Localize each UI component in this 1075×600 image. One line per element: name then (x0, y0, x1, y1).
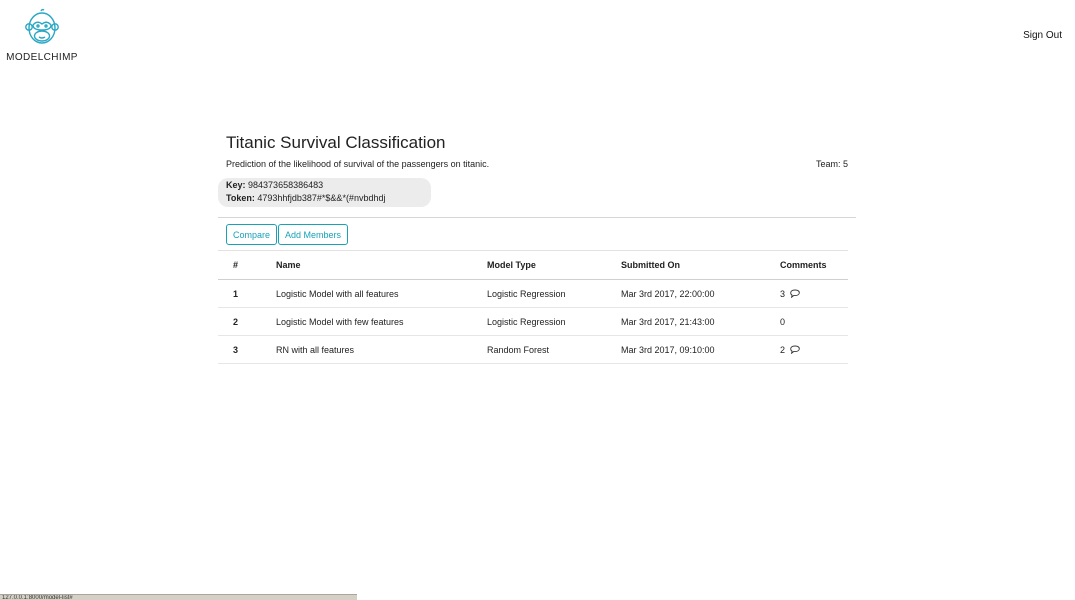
row-submitted-on: Mar 3rd 2017, 09:10:00 (621, 335, 780, 364)
comment-count: 2 (780, 344, 786, 355)
token-label: Token: (226, 193, 255, 203)
key-value: 984373658386483 (248, 180, 324, 190)
table-row[interactable]: 3 RN with all features Random Forest Mar… (218, 335, 848, 364)
credentials-box: Key: 984373658386483 Token: 4793hhfjdb38… (218, 178, 431, 207)
key-line: Key: 984373658386483 (226, 179, 423, 192)
column-header-name[interactable]: Name (276, 250, 487, 280)
row-model-type: Logistic Regression (487, 279, 621, 308)
main-content: Titanic Survival Classification Predicti… (218, 128, 856, 364)
row-number: 2 (218, 307, 276, 336)
model-table: # Name Model Type Submitted On Comments … (218, 250, 848, 364)
project-description: Prediction of the likelihood of survival… (226, 159, 490, 169)
row-submitted-on: Mar 3rd 2017, 22:00:00 (621, 279, 780, 308)
compare-button[interactable]: Compare (226, 224, 278, 245)
chimp-logo-icon (25, 8, 59, 44)
action-buttons: Compare Add Members (226, 224, 856, 245)
comments-cell[interactable]: 3 (780, 289, 848, 299)
token-value: 4793hhfjdb387#*$&&*(#nvbdhdj (257, 193, 386, 203)
row-model-name[interactable]: Logistic Model with few features (276, 307, 487, 336)
table-row[interactable]: 2 Logistic Model with few features Logis… (218, 307, 848, 336)
page-title: Titanic Survival Classification (226, 133, 446, 152)
key-label: Key: (226, 180, 246, 190)
browser-status-bar: 127.0.0.1:8000/model-list# (0, 594, 357, 600)
comments-cell[interactable]: 0 (780, 317, 848, 327)
page: MODELCHIMP Sign Out Titanic Survival Cla… (0, 0, 1075, 600)
table-row[interactable]: 1 Logistic Model with all features Logis… (218, 279, 848, 308)
section-divider (218, 217, 856, 218)
row-number: 1 (218, 279, 276, 308)
comments-cell[interactable]: 2 (780, 345, 848, 355)
add-members-button[interactable]: Add Members (278, 224, 349, 245)
comment-count: 3 (780, 288, 786, 299)
project-info-row: Prediction of the likelihood of survival… (226, 159, 848, 169)
speech-bubble-icon[interactable] (790, 345, 800, 354)
column-header-model-type[interactable]: Model Type (487, 250, 621, 280)
row-model-name[interactable]: Logistic Model with all features (276, 279, 487, 308)
row-model-type: Logistic Regression (487, 307, 621, 336)
column-header-number[interactable]: # (218, 250, 276, 280)
sign-out-link[interactable]: Sign Out (1023, 30, 1062, 41)
row-submitted-on: Mar 3rd 2017, 21:43:00 (621, 307, 780, 336)
row-model-type: Random Forest (487, 335, 621, 364)
team-count: Team: 5 (815, 159, 848, 169)
brand-name: MODELCHIMP (6, 52, 78, 63)
column-header-submitted-on[interactable]: Submitted On (621, 250, 780, 280)
row-comments[interactable]: 2 (780, 335, 848, 364)
table-header-row: # Name Model Type Submitted On Comments (218, 250, 848, 280)
column-header-comments[interactable]: Comments (780, 250, 848, 280)
brand-logo[interactable]: MODELCHIMP (6, 8, 78, 63)
row-comments[interactable]: 0 (780, 307, 848, 336)
speech-bubble-icon[interactable] (790, 289, 800, 298)
comment-count: 0 (780, 316, 786, 327)
row-model-name[interactable]: RN with all features (276, 335, 487, 364)
token-line: Token: 4793hhfjdb387#*$&&*(#nvbdhdj (226, 192, 423, 205)
row-comments[interactable]: 3 (780, 279, 848, 308)
row-number: 3 (218, 335, 276, 364)
